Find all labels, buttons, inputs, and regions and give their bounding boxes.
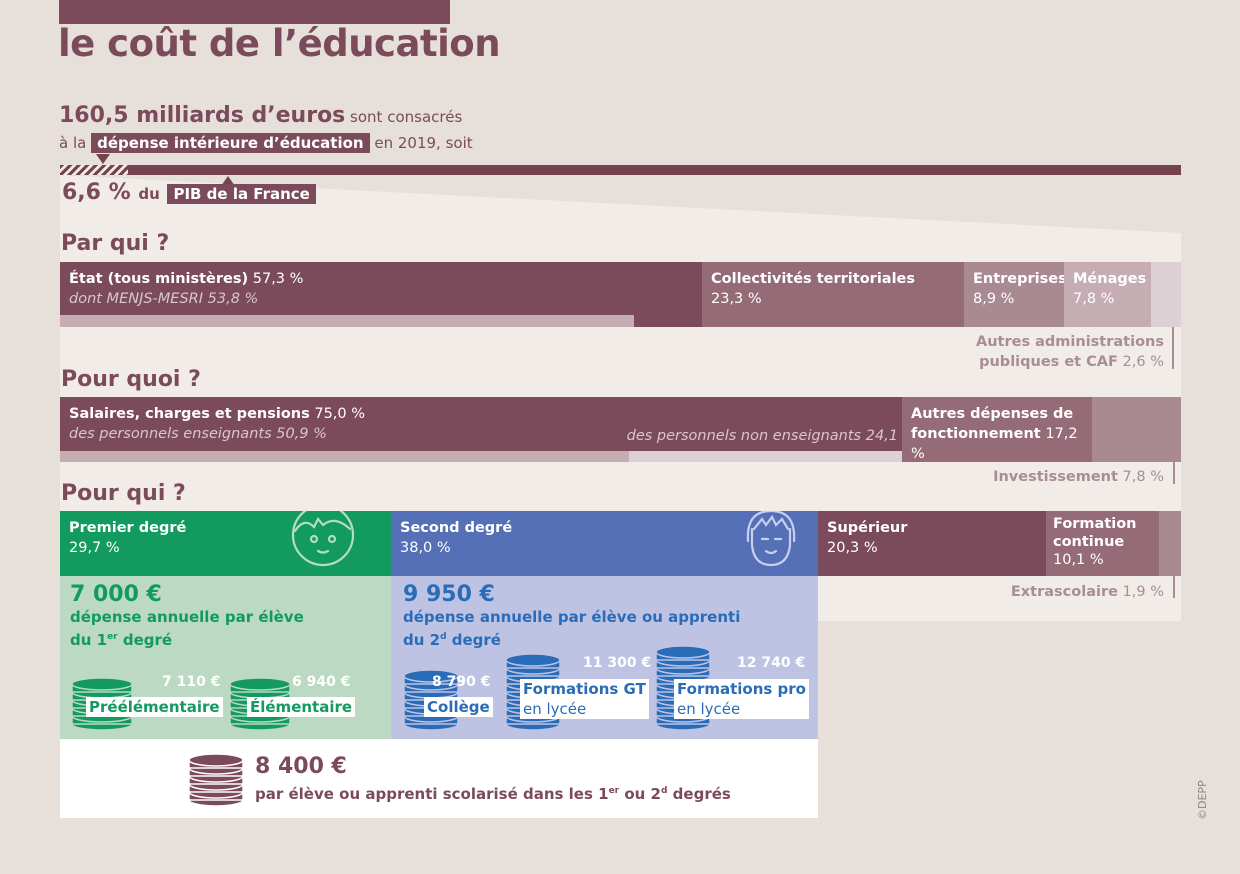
leader-line: [1172, 327, 1174, 369]
college-value: 8 790 €: [432, 674, 491, 690]
bar-formation-continue: Formation continue 10,1 %: [1046, 511, 1159, 576]
child-face-icon: [291, 511, 355, 567]
formations-pro-label: Formations pro en lycée: [674, 679, 809, 719]
teen-face-icon: [746, 511, 796, 567]
bar-non-enseignants: [629, 451, 902, 462]
primary-amount: 7 000 €: [70, 582, 162, 607]
overall-desc: par élève ou apprenti scolarisé dans les…: [255, 785, 731, 803]
credit: ©DEPP: [1196, 780, 1209, 820]
label-non-enseignants: des personnels non enseignants 24,1 %: [626, 428, 898, 444]
title-bar: [59, 0, 450, 24]
formations-gt-label: Formations GT en lycée: [520, 679, 649, 719]
page-title: le coût de l’éducation: [58, 22, 501, 65]
pib-tag: PIB de la France: [167, 184, 316, 204]
pointer-down-icon: [96, 154, 110, 164]
section-par-qui: Par qui ?: [61, 231, 170, 256]
total-amount: 160,5 milliards d’euros: [59, 103, 346, 128]
overall-amount: 8 400 €: [255, 754, 347, 779]
die-tag: dépense intérieure d’éducation: [91, 133, 370, 153]
pib-line: 6,6 % du PIB de la France: [62, 180, 316, 205]
bar-entreprises: Entreprises 8,9 %: [964, 262, 1064, 327]
note-investissement: Investissement 7,8 %: [993, 469, 1164, 485]
bar-extrascolaire: [1159, 511, 1181, 576]
bar-superieur: Supérieur 20,3 %: [818, 511, 1046, 576]
college-label: Collège: [424, 697, 493, 717]
bar-autres-admin: [1151, 262, 1181, 327]
coin-stack-icon: [188, 753, 244, 807]
leader-line: [1173, 462, 1175, 484]
intro-line-1: 160,5 milliards d’euros sont consacrés: [59, 103, 463, 128]
intro-line-2: à la dépense intérieure d’éducation en 2…: [59, 133, 473, 153]
bar-menages: Ménages 7,8 %: [1064, 262, 1151, 327]
pib-pct: 6,6 %: [62, 180, 131, 205]
elementaire-value: 6 940 €: [292, 674, 351, 690]
section-pour-qui: Pour qui ?: [61, 481, 186, 506]
leader-line: [1173, 576, 1175, 598]
secondary-amount: 9 950 €: [403, 582, 495, 607]
preelementaire-label: Préélémentaire: [86, 697, 223, 717]
bar-autres-depenses: Autres dépenses de fonctionnement 17,2 %: [902, 397, 1092, 462]
overall-cost-panel: [60, 739, 818, 818]
note-autres-admin: Autres administrations publiques et CAF 2…: [976, 334, 1164, 370]
bar-enseignants: [60, 451, 629, 462]
note-extrascolaire: Extrascolaire 1,9 %: [1010, 584, 1164, 600]
formations-gt-value: 11 300 €: [583, 655, 652, 671]
elementaire-label: Élémentaire: [247, 697, 356, 717]
bar-collectivites: Collectivités territoriales 23,3 %: [702, 262, 964, 327]
section-pour-quoi: Pour quoi ?: [61, 367, 201, 392]
pib-bar: [60, 165, 1181, 175]
bar-investissement: [1092, 397, 1181, 462]
die-share-hatch: [60, 165, 128, 175]
bar-menjs-mesri: [60, 315, 634, 327]
formations-pro-value: 12 740 €: [737, 655, 806, 671]
preelementaire-value: 7 110 €: [162, 674, 221, 690]
